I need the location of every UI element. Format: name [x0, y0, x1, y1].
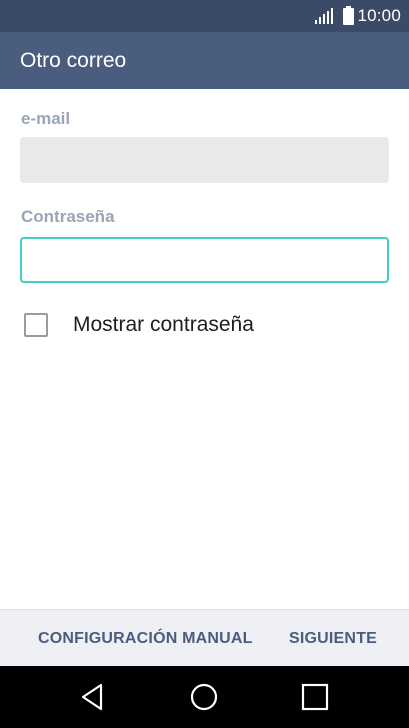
email-field[interactable]	[20, 137, 389, 183]
back-icon[interactable]	[78, 682, 108, 712]
signal-icon	[315, 8, 334, 24]
navigation-bar	[0, 666, 409, 728]
show-password-label[interactable]: Mostrar contraseña	[73, 313, 254, 337]
password-label: Contraseña	[21, 207, 115, 226]
manual-config-button[interactable]: CONFIGURACIÓN MANUAL	[38, 610, 253, 667]
home-icon[interactable]	[189, 682, 219, 712]
app-bar: Otro correo	[0, 32, 409, 89]
email-label: e-mail	[21, 109, 71, 128]
recent-apps-icon[interactable]	[300, 682, 330, 712]
password-field[interactable]	[20, 237, 389, 283]
show-password-checkbox[interactable]	[24, 313, 48, 337]
show-password-row[interactable]: Mostrar contraseña	[24, 310, 254, 340]
action-bar: CONFIGURACIÓN MANUAL SIGUIENTE	[0, 609, 409, 666]
battery-icon	[343, 5, 355, 25]
screen: 10:00 Otro correo e-mail Contraseña Most…	[0, 0, 409, 728]
status-bar: 10:00	[0, 0, 409, 32]
next-button[interactable]: SIGUIENTE	[289, 610, 377, 667]
page-title: Otro correo	[20, 48, 127, 72]
status-time: 10:00	[357, 6, 401, 25]
